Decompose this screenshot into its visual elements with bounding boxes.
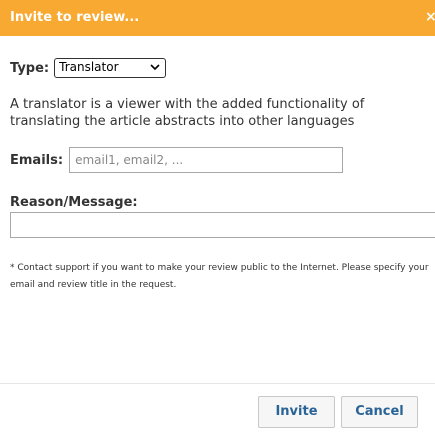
- type-select-value: Translator: [59, 60, 119, 74]
- close-icon[interactable]: ×: [425, 9, 435, 25]
- type-select[interactable]: Translator: [54, 58, 167, 78]
- invite-button[interactable]: Invite: [258, 396, 335, 428]
- type-description: A translator is a viewer with the added …: [10, 97, 365, 129]
- footer-divider: [0, 383, 435, 384]
- dialog-title: Invite to review...: [10, 10, 140, 25]
- type-label: Type:: [10, 60, 50, 76]
- cancel-button[interactable]: Cancel: [341, 396, 418, 428]
- type-row: Type: Translator: [10, 57, 167, 79]
- reason-input[interactable]: [10, 212, 435, 238]
- chevron-down-icon: [150, 64, 160, 71]
- emails-row: Emails:: [10, 147, 344, 173]
- dialog-titlebar: Invite to review... ×: [0, 0, 435, 36]
- emails-input[interactable]: [69, 147, 344, 173]
- emails-label: Emails:: [10, 152, 64, 168]
- invite-dialog: Invite to review... × Type: Translator A…: [0, 0, 435, 432]
- support-note: * Contact support if you want to make yo…: [10, 263, 429, 290]
- reason-label: Reason/Message:: [10, 195, 138, 210]
